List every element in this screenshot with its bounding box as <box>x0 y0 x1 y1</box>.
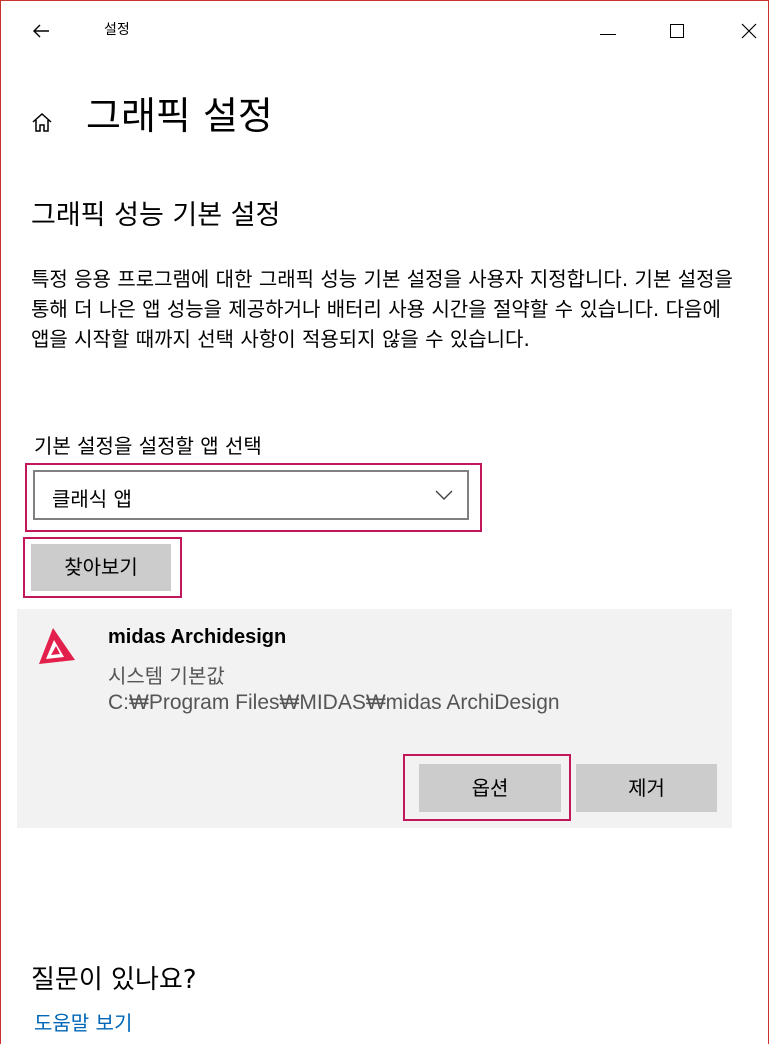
maximize-icon <box>670 24 684 38</box>
minimize-icon <box>600 34 616 35</box>
home-icon <box>32 112 52 132</box>
minimize-button[interactable] <box>588 13 628 49</box>
app-path: C:₩Program Files₩MIDAS₩midas ArchiDesign <box>108 691 560 714</box>
help-link[interactable]: 도움말 보기 <box>34 1007 132 1036</box>
maximize-button[interactable] <box>657 13 697 49</box>
highlight-frame-options <box>403 754 571 821</box>
close-button[interactable] <box>729 13 769 49</box>
app-select-label: 기본 설정을 설정할 앱 선택 <box>34 434 262 458</box>
section-description: 특정 응용 프로그램에 대한 그래픽 성능 기본 설정을 사용자 지정합니다. … <box>31 267 733 351</box>
midas-logo-icon <box>39 628 75 664</box>
highlight-frame-dropdown <box>25 463 482 532</box>
back-button[interactable] <box>31 15 63 47</box>
title-bar: 설정 <box>1 1 768 59</box>
highlight-frame-browse <box>23 537 182 598</box>
section-title: 그래픽 성능 기본 설정 <box>31 200 281 231</box>
window-title: 설정 <box>104 22 130 38</box>
close-icon <box>741 23 757 39</box>
app-preference: 시스템 기본값 <box>108 664 225 688</box>
app-entry-panel[interactable]: midas Archidesign 시스템 기본값 C:₩Program Fil… <box>17 609 732 828</box>
remove-button[interactable]: 제거 <box>576 764 717 812</box>
app-name: midas Archidesign <box>108 626 287 648</box>
arrow-left-icon <box>33 24 49 38</box>
page-title: 그래픽 설정 <box>86 94 273 138</box>
help-question: 질문이 있나요? <box>31 965 197 995</box>
settings-window: 설정 그래픽 설정 그래픽 성능 기본 설정 특정 응용 프로그램에 대한 그래… <box>0 0 769 1044</box>
